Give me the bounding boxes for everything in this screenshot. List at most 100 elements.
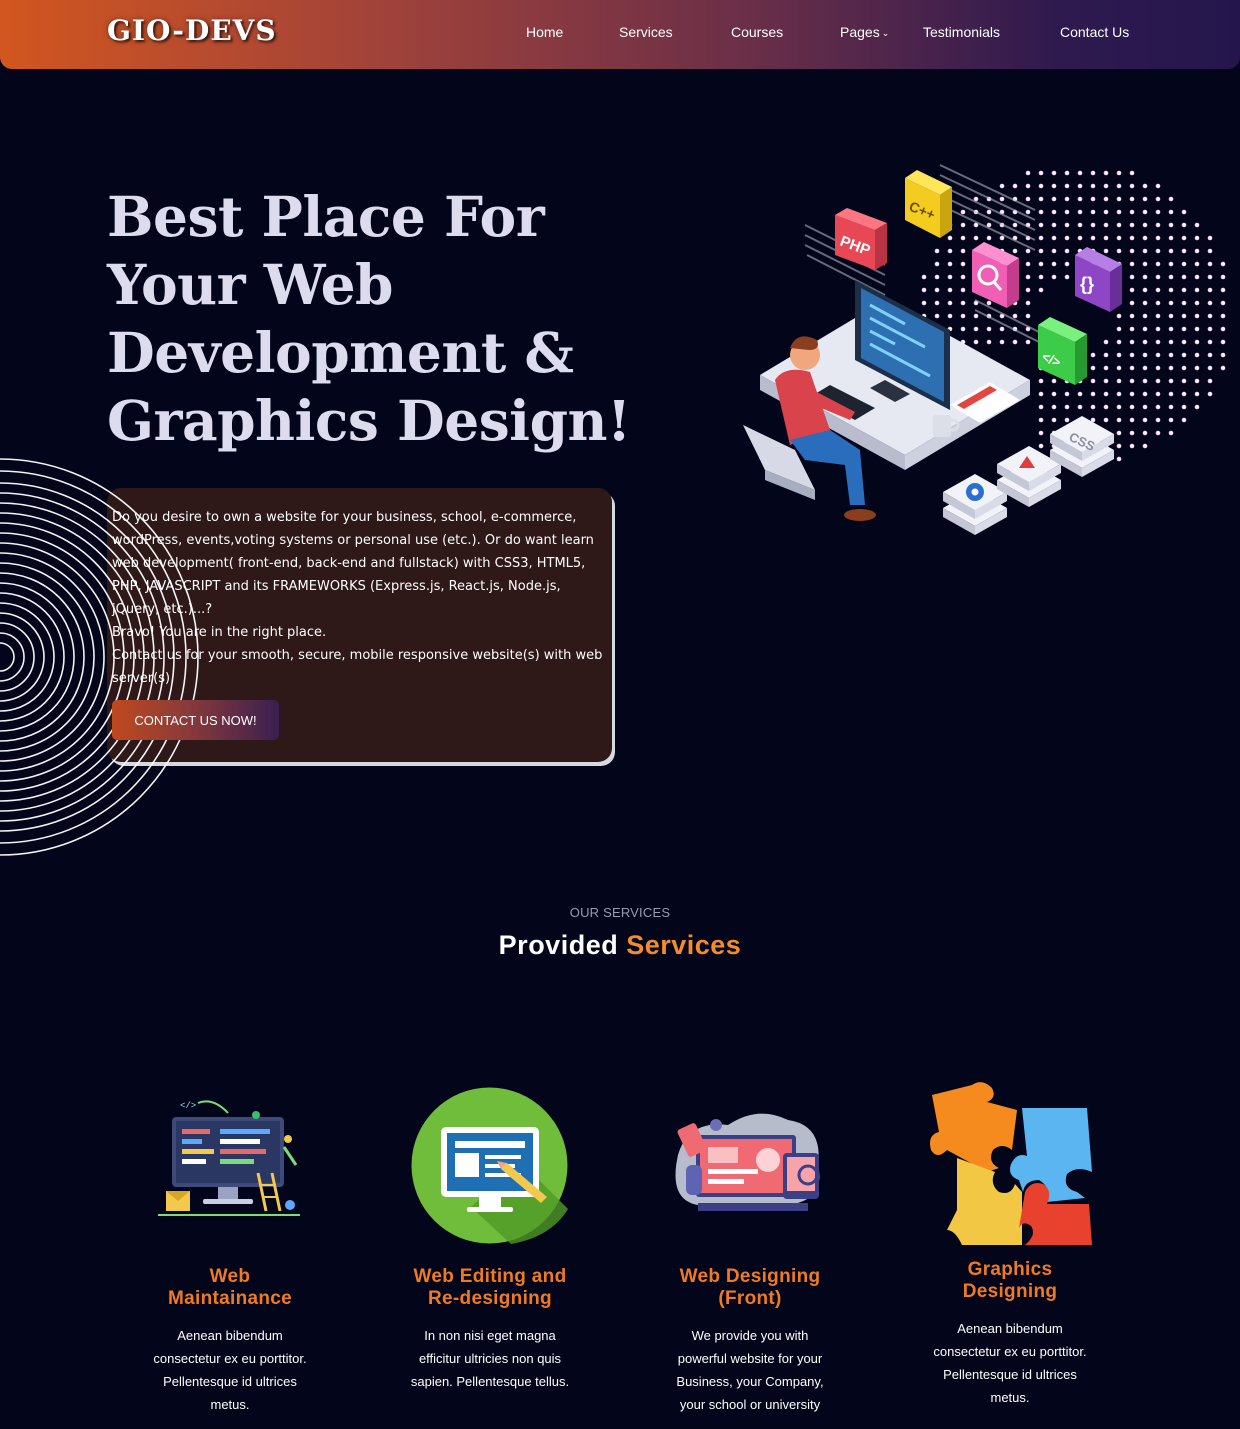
dot	[1194, 300, 1200, 306]
dot	[1116, 404, 1122, 410]
dot	[1220, 300, 1226, 306]
dot	[1025, 196, 1031, 202]
dot	[1103, 183, 1109, 189]
service-description: Aenean bibendum consectetur ex eu portti…	[153, 1328, 307, 1412]
dot	[1038, 235, 1044, 241]
dot	[1103, 352, 1109, 358]
dot	[1038, 378, 1044, 384]
code-badge: </>	[1038, 317, 1087, 385]
dot	[1142, 339, 1148, 345]
dot	[1077, 209, 1083, 215]
service-description: In non nisi eget magna efficitur ultrici…	[410, 1328, 570, 1389]
dot	[1207, 274, 1213, 280]
dot	[947, 261, 953, 267]
dot	[947, 300, 953, 306]
dot	[1168, 378, 1174, 384]
dot	[973, 235, 979, 241]
dot	[1155, 404, 1161, 410]
dot	[986, 300, 992, 306]
dot	[1116, 326, 1122, 332]
dot	[1168, 326, 1174, 332]
service-card-web-designing[interactable]: Web Designing (Front) We provide you wit…	[660, 1266, 840, 1416]
dot	[947, 287, 953, 293]
dot	[1129, 209, 1135, 215]
site-logo[interactable]: GIO-DEVS	[107, 14, 277, 47]
dot	[1051, 235, 1057, 241]
dot	[960, 235, 966, 241]
dot	[1064, 235, 1070, 241]
dot	[1025, 209, 1031, 215]
dot	[1116, 170, 1122, 176]
dot	[1181, 417, 1187, 423]
dot	[1038, 261, 1044, 267]
service-title: Web Designing (Front)	[660, 1266, 840, 1310]
php-badge: PHP	[835, 208, 887, 270]
dot	[960, 326, 966, 332]
dot	[1116, 391, 1122, 397]
dot	[999, 183, 1005, 189]
nav-courses[interactable]: Courses	[731, 24, 783, 40]
dot	[1181, 391, 1187, 397]
nav-home[interactable]: Home	[526, 24, 563, 40]
dot	[1038, 209, 1044, 215]
dot	[1194, 287, 1200, 293]
dot	[1155, 313, 1161, 319]
dot	[1116, 378, 1122, 384]
dot	[1012, 313, 1018, 319]
dot	[1129, 170, 1135, 176]
dot	[1051, 183, 1057, 189]
dot	[1116, 209, 1122, 215]
dot	[1194, 352, 1200, 358]
dot	[1129, 391, 1135, 397]
dot	[973, 339, 979, 345]
chevron-down-icon: ⌄	[881, 28, 890, 38]
dot	[999, 196, 1005, 202]
dot	[1142, 248, 1148, 254]
dot	[986, 339, 992, 345]
dot	[1116, 248, 1122, 254]
dot	[1155, 352, 1161, 358]
dot	[1181, 261, 1187, 267]
dot	[1168, 196, 1174, 202]
dot	[1155, 430, 1161, 436]
dot	[1142, 352, 1148, 358]
dot	[1129, 222, 1135, 228]
dot	[1155, 222, 1161, 228]
dot	[1012, 248, 1018, 254]
dot	[1194, 248, 1200, 254]
dot	[1064, 274, 1070, 280]
dot	[1064, 170, 1070, 176]
contact-us-now-button[interactable]: CONTACT US NOW!	[112, 700, 279, 740]
service-description: Aenean bibendum consectetur ex eu portti…	[933, 1321, 1087, 1405]
dot	[1220, 339, 1226, 345]
dot	[1064, 196, 1070, 202]
dot	[1012, 339, 1018, 345]
dot	[1090, 352, 1096, 358]
dot	[1168, 300, 1174, 306]
nav-pages[interactable]: Pages ⌄	[840, 24, 889, 40]
dot	[1207, 378, 1213, 384]
dot	[1155, 261, 1161, 267]
dot	[1142, 430, 1148, 436]
dot	[1129, 300, 1135, 306]
service-card-web-editing[interactable]: Web Editing and Re-designing In non nisi…	[400, 1266, 580, 1393]
dot	[1181, 352, 1187, 358]
dot	[934, 300, 940, 306]
nav-services[interactable]: Services	[619, 24, 673, 40]
dot	[1194, 404, 1200, 410]
dot	[921, 300, 927, 306]
nav-testimonials[interactable]: Testimonials	[923, 24, 1000, 40]
dot	[1129, 404, 1135, 410]
dot	[1155, 300, 1161, 306]
service-card-web-maintainance[interactable]: Web Maintainance Aenean bibendum consect…	[140, 1266, 320, 1416]
dot	[1142, 235, 1148, 241]
dot	[934, 248, 940, 254]
service-card-graphics-designing[interactable]: Graphics Designing Aenean bibendum conse…	[920, 1259, 1100, 1409]
dot	[1025, 339, 1031, 345]
dot	[1207, 235, 1213, 241]
service-title: Web Editing and Re-designing	[400, 1266, 580, 1310]
dot	[1051, 196, 1057, 202]
services-eyebrow: OUR SERVICES	[569, 905, 671, 920]
dot	[1038, 170, 1044, 176]
nav-contact-us[interactable]: Contact Us	[1060, 24, 1129, 40]
